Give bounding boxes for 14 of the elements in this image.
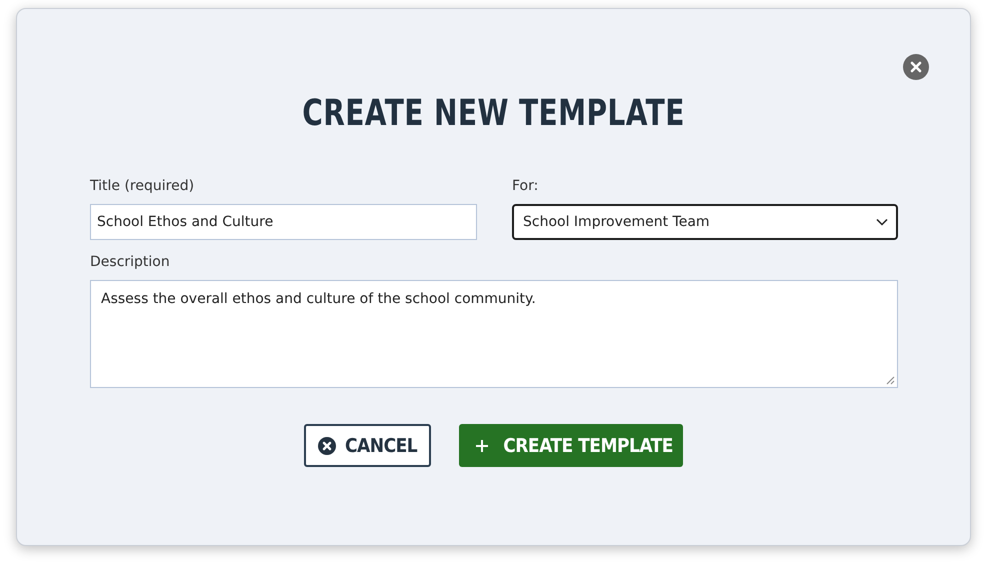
plus-icon <box>475 438 490 452</box>
chevron-down-icon <box>876 218 888 226</box>
for-dropdown[interactable]: School Improvement Team <box>512 204 898 240</box>
title-field[interactable]: School Ethos and Culture <box>90 204 477 240</box>
dialog-title: CREATE NEW TEMPLATE <box>301 92 686 136</box>
field-label: For: <box>512 178 540 196</box>
field-label: Description <box>90 254 171 272</box>
field-label: Title (required) <box>90 178 196 196</box>
close-icon <box>318 436 336 454</box>
create-template-button[interactable]: CREATE TEMPLATE <box>459 424 683 467</box>
resize-grip-icon[interactable] <box>886 376 895 385</box>
description-field[interactable]: Assess the overall ethos and culture of the school community. <box>90 280 898 388</box>
close-icon[interactable] <box>903 54 929 80</box>
cancel-button[interactable]: CANCEL <box>304 424 432 467</box>
